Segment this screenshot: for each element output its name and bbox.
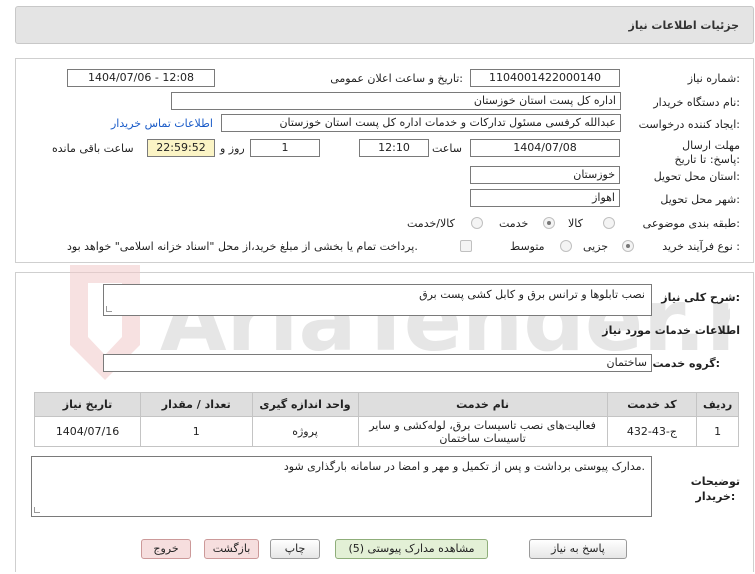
city-label: شهر محل تحویل: <box>660 193 740 206</box>
back-button[interactable]: بازگشت <box>204 539 259 559</box>
treasury-checkbox[interactable] <box>460 240 472 252</box>
cell-name: فعالیت‌های نصب تاسیسات برق، لوله‌کشی و س… <box>357 416 608 447</box>
need-number-label: شماره نیاز: <box>687 72 740 85</box>
category-option-goods-service: کالا/خدمت <box>407 217 455 230</box>
services-table: ردیف کد خدمت نام خدمت واحد اندازه گیری ت… <box>33 392 739 447</box>
service-group-label: گروه خدمت: <box>652 357 720 370</box>
announce-date-field: 1404/07/06 - 12:08 <box>67 69 215 87</box>
deadline-days-field: 1 <box>250 139 320 157</box>
province-label: استان محل تحویل: <box>653 170 740 183</box>
cell-qty: 1 <box>140 416 253 447</box>
buyer-org-field: اداره کل پست استان خوزستان <box>171 92 621 110</box>
exit-button[interactable]: خروج <box>141 539 191 559</box>
buyer-notes-label-line2: خریدار: <box>695 490 736 503</box>
cell-name-line2: تاسیسات ساختمان <box>439 431 526 445</box>
buyer-notes-label: توضیحات خریدار: <box>691 474 740 504</box>
col-header-code: کد خدمت <box>606 392 698 417</box>
category-option-goods: کالا <box>568 217 583 230</box>
buyer-notes-field: مدارک پیوستی برداشت و پس از تکمیل و مهر … <box>31 456 652 517</box>
col-header-date: تاریخ نیاز <box>33 392 142 417</box>
treasury-note: پرداخت تمام یا بخشی از مبلغ خرید،از محل … <box>67 240 418 253</box>
need-summary-label: شرح کلی نیاز: <box>661 291 740 304</box>
purchase-option-medium: متوسط <box>510 240 545 253</box>
requester-field: عبدالله کرفسی مسئول تدارکات و خدمات ادار… <box>221 114 621 132</box>
cell-row: 1 <box>696 416 739 447</box>
purchase-option-minor: جزیی <box>583 240 609 253</box>
info-panel <box>15 58 754 263</box>
need-summary-field: نصب تابلوها و ترانس برق و کابل کشی پست ب… <box>103 284 652 316</box>
reply-button[interactable]: پاسخ به نیاز <box>529 539 627 559</box>
buyer-org-label: نام دستگاه خریدار: <box>653 96 740 109</box>
purchase-type-label: نوع فرآیند خرید : <box>662 240 740 253</box>
remaining-time-label: ساعت باقی مانده <box>52 142 134 155</box>
table-header-row: ردیف کد خدمت نام خدمت واحد اندازه گیری ت… <box>33 392 739 417</box>
category-radio-service[interactable] <box>543 217 555 229</box>
need-summary-text: نصب تابلوها و ترانس برق و کابل کشی پست ب… <box>419 288 645 301</box>
print-button[interactable]: چاپ <box>270 539 320 559</box>
purchase-radio-minor[interactable] <box>622 240 634 252</box>
category-option-service: خدمت <box>499 217 529 230</box>
buyer-contact-link[interactable]: اطلاعات تماس خریدار <box>111 117 213 130</box>
view-attachments-button[interactable]: مشاهده مدارک پیوستی (5) <box>335 539 488 559</box>
category-radio-goods[interactable] <box>603 217 615 229</box>
buyer-notes-text: مدارک پیوستی برداشت و پس از تکمیل و مهر … <box>283 460 645 473</box>
page-header: جزئیات اطلاعات نیاز <box>15 6 754 44</box>
deadline-time-field: 12:10 <box>359 139 429 157</box>
deadline-label: مهلت ارسال پاسخ: تا تاریخ: <box>674 139 740 166</box>
remaining-time-field: 22:59:52 <box>147 139 215 157</box>
buyer-notes-label-line1: توضیحات <box>690 475 740 488</box>
services-info-title: اطلاعات خدمات مورد نیاز <box>602 324 740 337</box>
cell-code: ج-43-432 <box>606 416 698 447</box>
cell-unit: پروژه <box>251 416 359 447</box>
table-row: 1 ج-43-432 فعالیت‌های نصب تاسیسات برق، ل… <box>33 416 739 447</box>
category-radio-goods-service[interactable] <box>471 217 483 229</box>
buyer-notes-resize-handle[interactable] <box>34 507 40 513</box>
col-header-qty: تعداد / مقدار <box>140 392 253 417</box>
deadline-days-label: روز و <box>220 142 245 155</box>
requester-label: ایجاد کننده درخواست: <box>638 118 740 131</box>
purchase-radio-medium[interactable] <box>560 240 572 252</box>
col-header-row: ردیف <box>696 392 739 417</box>
announce-date-label: تاریخ و ساعت اعلان عمومی: <box>330 72 463 85</box>
page-title: جزئیات اطلاعات نیاز <box>628 19 740 32</box>
cell-date: 1404/07/16 <box>33 416 142 447</box>
category-label: طبقه بندی موضوعی: <box>642 217 740 230</box>
city-field: اهواز <box>470 189 620 207</box>
cell-name-line1: فعالیت‌های نصب تاسیسات برق، لوله‌کشی و س… <box>369 418 596 432</box>
deadline-date-field: 1404/07/08 <box>470 139 620 157</box>
deadline-time-label: ساعت <box>432 142 462 155</box>
province-field: خوزستان <box>470 166 620 184</box>
need-number-field: 1104001422000140 <box>470 69 620 87</box>
col-header-unit: واحد اندازه گیری <box>251 392 359 417</box>
col-header-name: نام خدمت <box>357 392 608 417</box>
service-group-field: ساختمان <box>103 354 652 372</box>
need-summary-resize-handle[interactable] <box>106 306 112 312</box>
